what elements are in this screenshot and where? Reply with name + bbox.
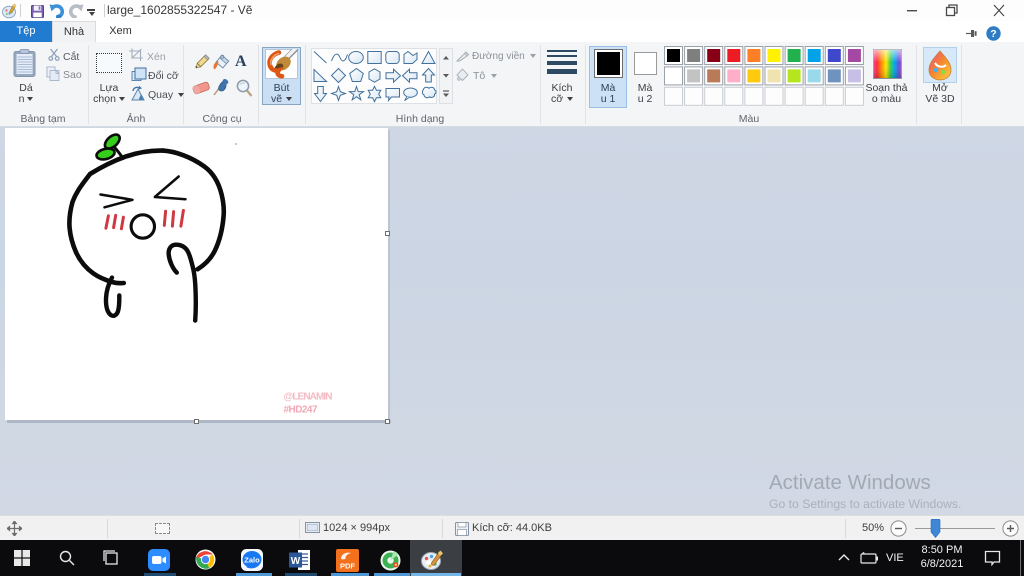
svg-text:@LENAMIN: @LENAMIN — [284, 392, 333, 403]
svg-text:?: ? — [990, 28, 996, 40]
svg-text:PDF: PDF — [340, 562, 355, 571]
svg-text:W: W — [291, 556, 301, 567]
svg-text:Zalo: Zalo — [244, 556, 260, 565]
svg-text:#HD247: #HD247 — [284, 405, 318, 416]
